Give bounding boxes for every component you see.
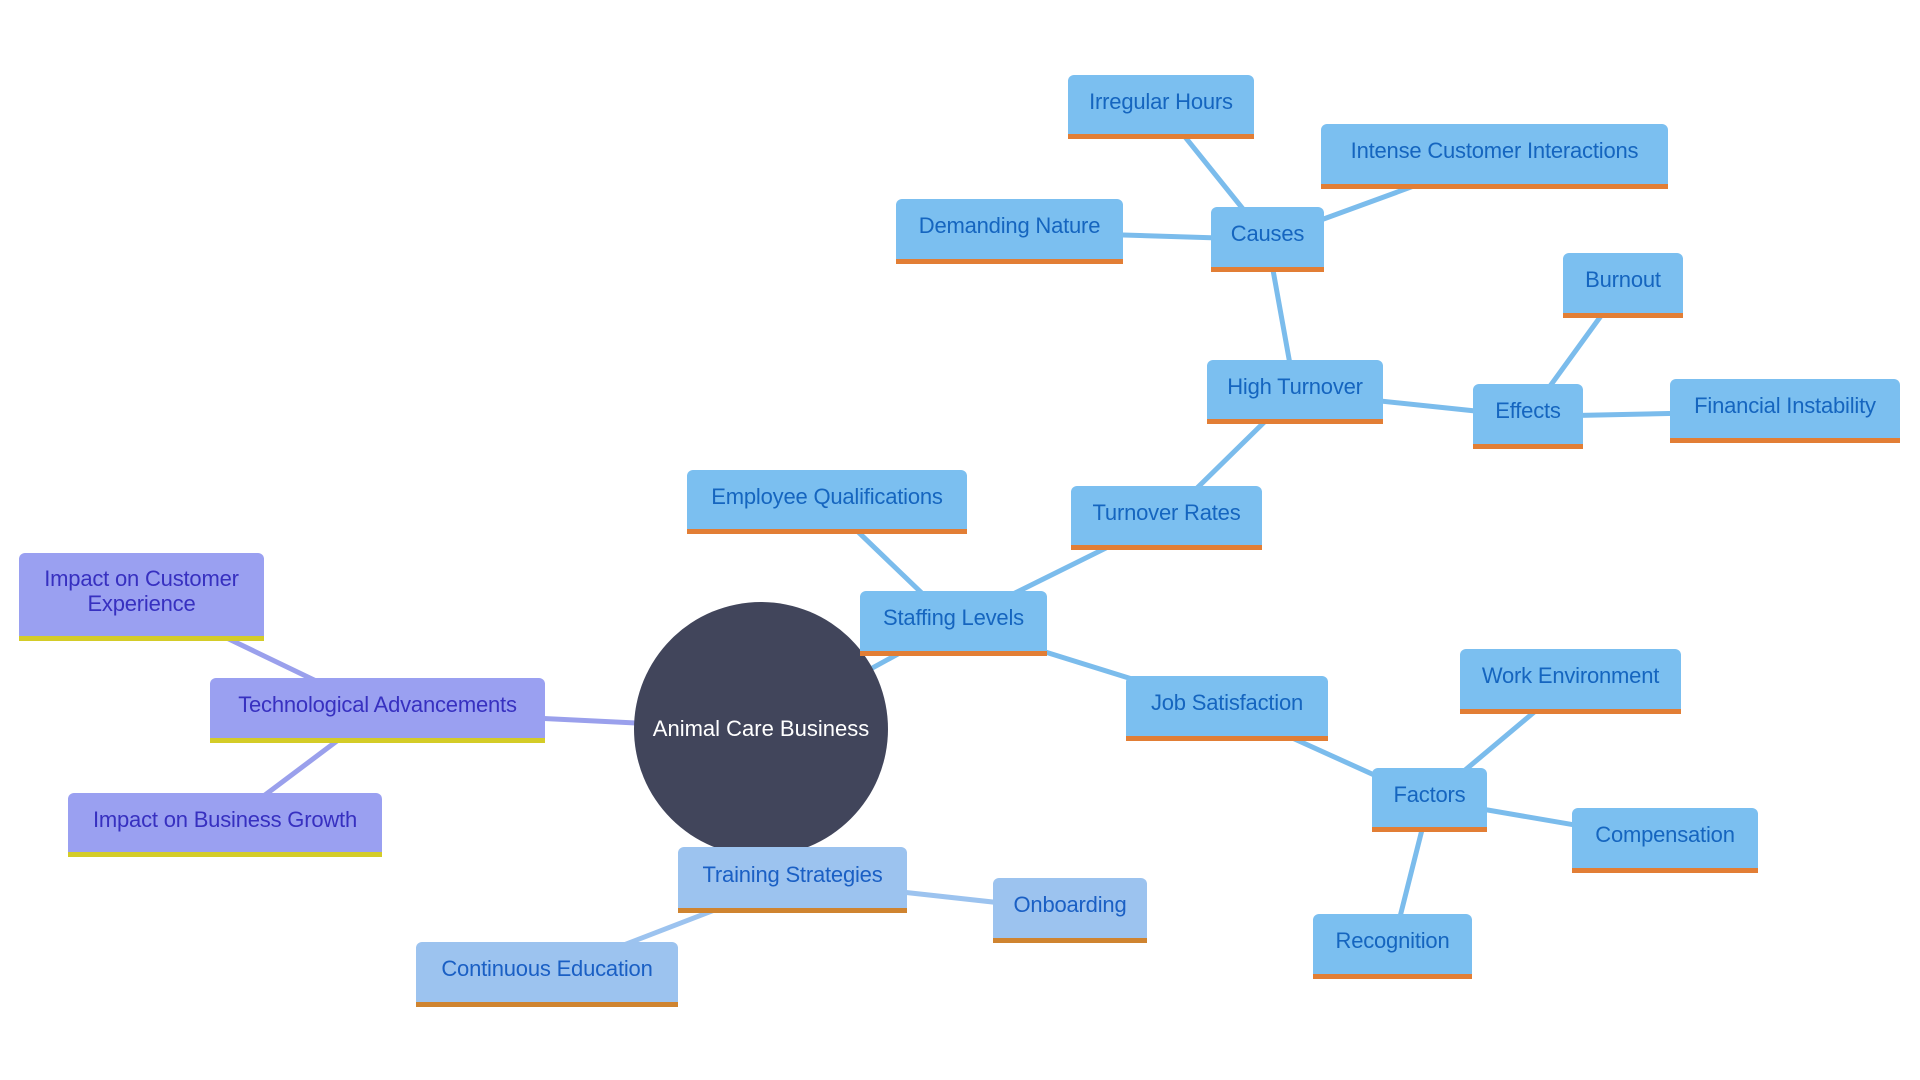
node-label: Impact on Business Growth [92, 806, 357, 832]
node-causes[interactable]: Causes [1211, 207, 1324, 272]
node-label: Financial Instability [1694, 392, 1876, 418]
node-irregular-hours[interactable]: Irregular Hours [1068, 75, 1254, 139]
node-label: Impact on Customer Experience [44, 566, 239, 616]
root-label: Animal Care Business [652, 716, 870, 741]
node-label: Causes [1230, 221, 1305, 247]
node-label: Intense Customer Interactions [1350, 138, 1639, 164]
node-label: Employee Qualifications [711, 483, 943, 509]
node-label: Training Strategies [702, 861, 883, 887]
node-job-satisfaction[interactable]: Job Satisfaction [1126, 676, 1328, 741]
node-label: Recognition [1335, 928, 1450, 954]
node-training-strategies[interactable]: Training Strategies [678, 847, 907, 913]
node-label: High Turnover [1227, 373, 1363, 399]
node-label: Staffing Levels [883, 605, 1024, 631]
node-high-turnover[interactable]: High Turnover [1207, 360, 1383, 424]
node-impact-business-growth[interactable]: Impact on Business Growth [68, 793, 382, 857]
node-effects[interactable]: Effects [1473, 384, 1583, 449]
node-demanding-nature[interactable]: Demanding Nature [896, 199, 1123, 264]
node-label: Work Environment [1481, 663, 1660, 689]
node-burnout[interactable]: Burnout [1563, 253, 1683, 318]
mindmap-canvas: Animal Care Business Staffing Levels Emp… [0, 0, 1920, 1080]
node-turnover-rates[interactable]: Turnover Rates [1071, 486, 1262, 550]
node-label: Demanding Nature [918, 213, 1101, 239]
node-label: Job Satisfaction [1150, 690, 1304, 716]
node-label: Continuous Education [441, 956, 653, 982]
node-label: Effects [1495, 398, 1561, 424]
root-node[interactable]: Animal Care Business [634, 602, 888, 856]
node-technological-advancements[interactable]: Technological Advancements [210, 678, 545, 743]
node-label: Compensation [1595, 822, 1735, 848]
node-staffing-levels[interactable]: Staffing Levels [860, 591, 1047, 656]
node-onboarding[interactable]: Onboarding [993, 878, 1147, 943]
node-continuous-education[interactable]: Continuous Education [416, 942, 678, 1007]
node-label: Onboarding [1013, 892, 1127, 918]
node-intense-customer-interactions[interactable]: Intense Customer Interactions [1321, 124, 1668, 189]
node-impact-customer-experience[interactable]: Impact on Customer Experience [19, 553, 264, 641]
node-label: Irregular Hours [1089, 88, 1233, 114]
node-financial-instability[interactable]: Financial Instability [1670, 379, 1900, 443]
node-recognition[interactable]: Recognition [1313, 914, 1472, 979]
node-label: Factors [1393, 781, 1466, 807]
node-label: Burnout [1585, 267, 1661, 293]
node-label: Turnover Rates [1092, 499, 1241, 525]
node-label: Technological Advancements [238, 692, 517, 718]
node-factors[interactable]: Factors [1372, 768, 1487, 832]
node-compensation[interactable]: Compensation [1572, 808, 1758, 873]
node-work-environment[interactable]: Work Environment [1460, 649, 1681, 714]
node-employee-qualifications[interactable]: Employee Qualifications [687, 470, 967, 534]
